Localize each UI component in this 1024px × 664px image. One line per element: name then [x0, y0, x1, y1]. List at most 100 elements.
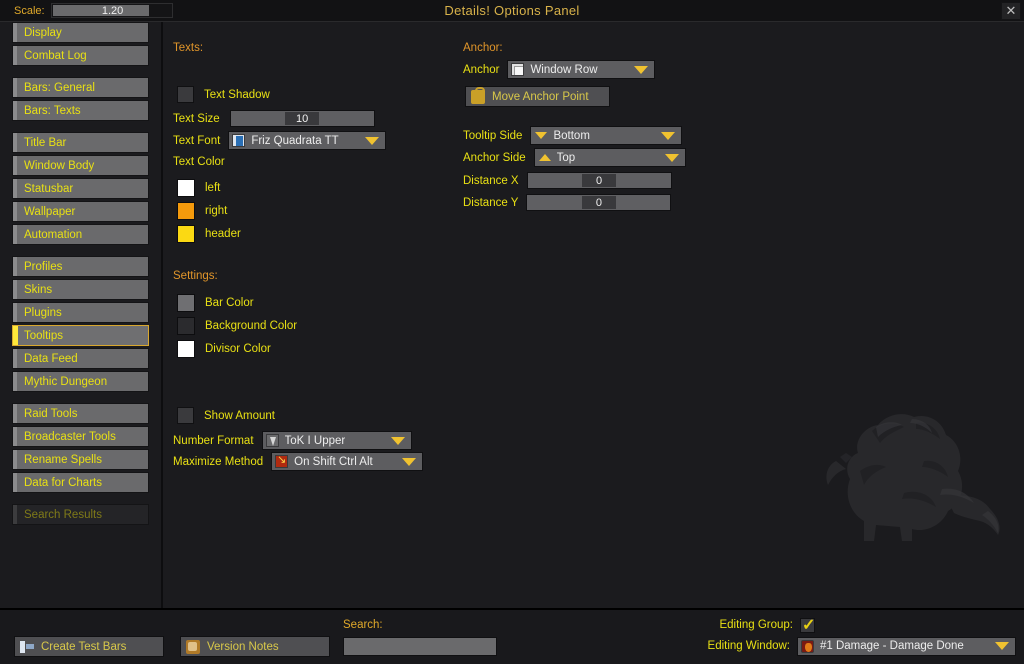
version-notes-label: Version Notes	[207, 640, 279, 653]
close-icon[interactable]: ✕	[1001, 2, 1021, 20]
sidebar-item-edge	[13, 326, 18, 345]
editing-window-row: Editing Window: #1 Damage - Damage Done	[707, 636, 1016, 656]
editing-window-label: Editing Window:	[707, 640, 790, 652]
show-amount-row: Show Amount	[177, 407, 275, 424]
chevron-down-icon	[402, 457, 417, 466]
sidebar-item-profiles[interactable]: Profiles	[12, 256, 149, 277]
distance-y-row: Distance Y 0	[463, 194, 672, 211]
sidebar-item-statusbar[interactable]: Statusbar	[12, 178, 149, 199]
sidebar-item-tooltips[interactable]: Tooltips	[12, 325, 149, 346]
content-area: Texts: Text Shadow Text Size 10 Text Fon…	[165, 22, 1024, 608]
sidebar-item-wallpaper[interactable]: Wallpaper	[12, 201, 149, 222]
anchor-row: Anchor Window Row	[463, 60, 656, 79]
sidebar-item-mythic-dungeon[interactable]: Mythic Dungeon	[12, 371, 149, 392]
sidebar-item-label: Display	[24, 26, 62, 39]
editing-controls: Editing Group: Editing Window: #1 Damage…	[707, 615, 1016, 656]
text-shadow-row: Text Shadow	[177, 86, 270, 103]
alert-icon	[275, 455, 289, 468]
color-swatch-header[interactable]	[177, 225, 195, 243]
sidebar-item-edge	[13, 101, 17, 120]
number-format-row: Number Format ToK I Upper	[173, 431, 412, 450]
sidebar-item-raid-tools[interactable]: Raid Tools	[12, 403, 149, 424]
sidebar-item-title-bar[interactable]: Title Bar	[12, 132, 149, 153]
tooltip-side-label: Tooltip Side	[463, 129, 523, 142]
lion-watermark-icon	[826, 414, 1000, 541]
color-swatch-background-color[interactable]	[177, 317, 195, 335]
sidebar-item-label: Broadcaster Tools	[24, 430, 116, 443]
sidebar-item-data-feed[interactable]: Data Feed	[12, 348, 149, 369]
sidebar-item-label: Mythic Dungeon	[24, 375, 108, 388]
color-swatch-divisor-color[interactable]	[177, 340, 195, 358]
sidebar-item-label: Combat Log	[24, 49, 87, 62]
anchor-side-value: Top	[556, 151, 576, 164]
text-color-section-header: Text Color	[173, 156, 225, 168]
sidebar: Display Combat Log Bars: General Bars: Text…	[0, 22, 163, 608]
move-anchor-point-button[interactable]: Move Anchor Point	[465, 86, 610, 107]
sidebar-item-label: Statusbar	[24, 182, 74, 195]
distance-y-input[interactable]: 0	[526, 194, 672, 211]
maximize-method-dropdown[interactable]: On Shift Ctrl Alt	[271, 452, 424, 471]
sidebar-item-label: Tooltips	[24, 329, 63, 342]
sidebar-item-edge	[13, 23, 17, 42]
sidebar-item-label: Search Results	[24, 508, 102, 521]
sidebar-item-combat-log[interactable]: Combat Log	[12, 45, 149, 66]
sidebar-item-label: Data Feed	[24, 352, 78, 365]
sidebar-item-window-body[interactable]: Window Body	[12, 155, 149, 176]
create-test-bars-label: Create Test Bars	[41, 640, 127, 653]
texts-section-header: Texts:	[173, 42, 204, 54]
color-swatch-bar-color[interactable]	[177, 294, 195, 312]
anchor-dropdown[interactable]: Window Row	[507, 60, 656, 79]
create-test-bars-button[interactable]: Create Test Bars	[14, 636, 164, 657]
sidebar-group: Search Results	[0, 504, 161, 525]
color-label-divisor-color: Divisor Color	[205, 343, 271, 355]
color-row-left: left	[177, 179, 220, 197]
tooltip-side-dropdown[interactable]: Bottom	[530, 126, 683, 145]
sidebar-item-label: Bars: General	[24, 81, 95, 94]
sidebar-item-label: Data for Charts	[24, 476, 102, 489]
color-swatch-right[interactable]	[177, 202, 195, 220]
sidebar-item-edge	[13, 505, 17, 524]
show-amount-checkbox[interactable]	[177, 407, 194, 424]
sidebar-item-edge	[13, 404, 17, 423]
chevron-down-icon	[390, 436, 405, 445]
sidebar-item-edge	[13, 179, 17, 198]
color-row-background-color: Background Color	[177, 317, 297, 335]
sidebar-item-edge	[13, 303, 17, 322]
sidebar-item-rename-spells[interactable]: Rename Spells	[12, 449, 149, 470]
sidebar-item-label: Skins	[24, 283, 53, 296]
sidebar-item-skins[interactable]: Skins	[12, 279, 149, 300]
options-panel: Scale: 1.20 Details! Options Panel ✕ Dis…	[0, 0, 1024, 664]
number-format-dropdown[interactable]: ToK I Upper	[261, 431, 412, 450]
page-title: Details! Options Panel	[444, 3, 580, 18]
distance-x-row: Distance X 0	[463, 172, 672, 189]
sidebar-item-edge	[13, 372, 17, 391]
anchor-side-dropdown[interactable]: Top	[533, 148, 686, 167]
anchor-side-label: Anchor Side	[463, 151, 526, 164]
sidebar-item-edge	[13, 427, 17, 446]
editing-window-dropdown[interactable]: #1 Damage - Damage Done	[797, 636, 1016, 656]
sidebar-item-edge	[13, 46, 17, 65]
sidebar-item-bars-general[interactable]: Bars: General	[12, 77, 149, 98]
sidebar-item-display[interactable]: Display	[12, 22, 149, 43]
version-notes-button[interactable]: Version Notes	[180, 636, 330, 657]
text-size-input[interactable]: 10	[229, 110, 375, 127]
sidebar-item-data-for-charts[interactable]: Data for Charts	[12, 472, 149, 493]
distance-x-input[interactable]: 0	[526, 172, 672, 189]
color-label-left: left	[205, 182, 221, 194]
editing-group-checkbox[interactable]	[800, 615, 815, 635]
sidebar-item-bars-texts[interactable]: Bars: Texts	[12, 100, 149, 121]
sidebar-item-edge	[13, 156, 17, 175]
text-shadow-checkbox[interactable]	[177, 86, 194, 103]
number-format-label: Number Format	[173, 434, 254, 447]
color-swatch-left[interactable]	[177, 179, 195, 197]
sidebar-item-edge	[13, 225, 17, 244]
color-label-right: right	[205, 205, 228, 217]
sidebar-item-edge	[13, 78, 17, 97]
color-row-right: right	[177, 202, 227, 220]
sidebar-item-broadcaster-tools[interactable]: Broadcaster Tools	[12, 426, 149, 447]
text-font-dropdown[interactable]: Friz Quadrata TT	[228, 131, 387, 150]
sidebar-item-automation[interactable]: Automation	[12, 224, 149, 245]
sidebar-item-edge	[13, 349, 17, 368]
search-input[interactable]	[343, 637, 497, 656]
sidebar-item-plugins[interactable]: Plugins	[12, 302, 149, 323]
